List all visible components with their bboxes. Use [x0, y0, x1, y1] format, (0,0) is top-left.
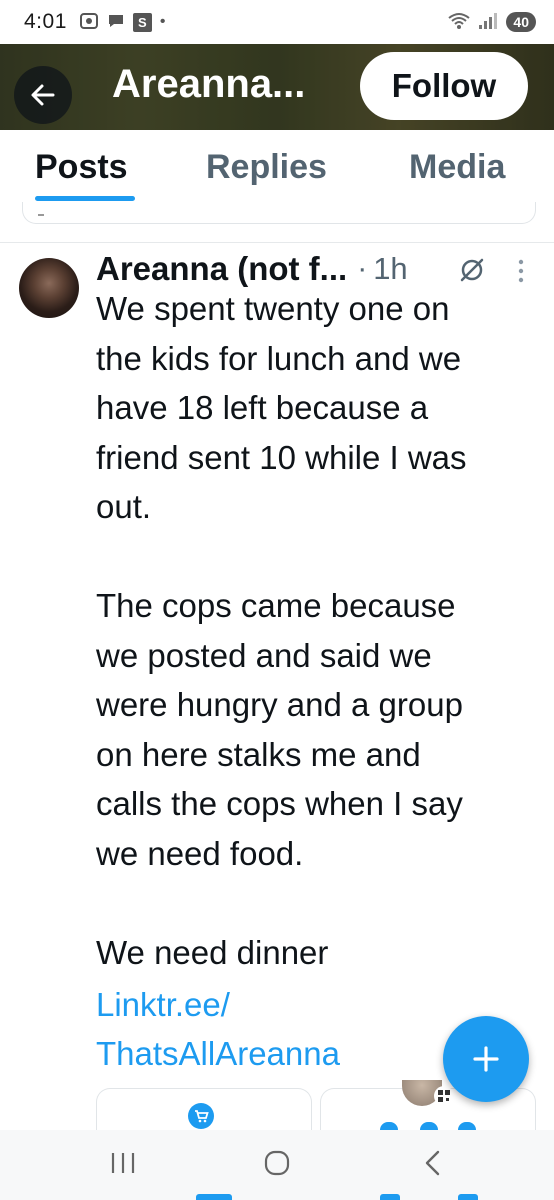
grok-icon[interactable] — [458, 256, 486, 284]
back-button[interactable] — [14, 66, 72, 124]
recents-button[interactable] — [108, 1148, 138, 1178]
system-nav-bar — [0, 1130, 554, 1200]
author-name[interactable]: Areanna (not f... — [96, 250, 347, 288]
more-options-icon[interactable] — [516, 258, 526, 284]
dot-icon: • — [159, 13, 166, 30]
tab-replies[interactable]: Replies — [206, 148, 327, 187]
follow-button[interactable]: Follow — [360, 52, 528, 120]
home-icon — [264, 1150, 290, 1176]
post-link[interactable]: Linktr.ee/ ThatsAllAreanna — [96, 980, 496, 1078]
profile-header: Areanna... Follow — [0, 44, 554, 130]
post-text: We spent twenty one on the kids for lunc… — [96, 290, 467, 971]
tab-media[interactable]: Media — [409, 148, 505, 187]
qr-code-icon — [434, 1086, 454, 1106]
chat-bubble-icon — [107, 12, 125, 33]
post-divider — [0, 242, 554, 243]
home-button[interactable] — [262, 1148, 292, 1178]
s-app-icon: S — [132, 12, 152, 32]
post-time: 1h — [373, 251, 408, 286]
active-tab-indicator — [35, 196, 135, 201]
separator-dot: · — [357, 252, 368, 285]
bottom-content-peek — [0, 1194, 554, 1200]
link-line-2[interactable]: ThatsAllAreanna — [96, 1029, 496, 1078]
profile-title: Areanna... — [112, 62, 306, 106]
battery-indicator: 40 — [506, 12, 536, 32]
plus-icon — [473, 1046, 499, 1072]
previous-post-card-edge — [22, 202, 536, 224]
recents-icon — [111, 1153, 135, 1173]
system-back-button[interactable] — [420, 1148, 446, 1178]
compose-button[interactable] — [443, 1016, 529, 1102]
previous-post-mark — [38, 214, 44, 216]
avatar[interactable] — [19, 258, 79, 318]
signal-icon — [478, 12, 498, 33]
back-icon — [425, 1150, 440, 1176]
link-line-1[interactable]: Linktr.ee/ — [96, 980, 496, 1029]
status-left-icons: S • — [79, 12, 166, 33]
wifi-icon — [448, 12, 471, 33]
status-bar: 4:01 S • 40 — [0, 0, 554, 44]
screenshot-icon — [79, 12, 99, 33]
status-right-icons: 40 — [448, 12, 536, 33]
tab-posts[interactable]: Posts — [35, 148, 128, 187]
arrow-left-icon — [31, 84, 55, 106]
profile-tabs: Posts Replies Media — [0, 130, 554, 202]
cart-icon — [188, 1103, 214, 1129]
status-time: 4:01 — [24, 10, 67, 33]
